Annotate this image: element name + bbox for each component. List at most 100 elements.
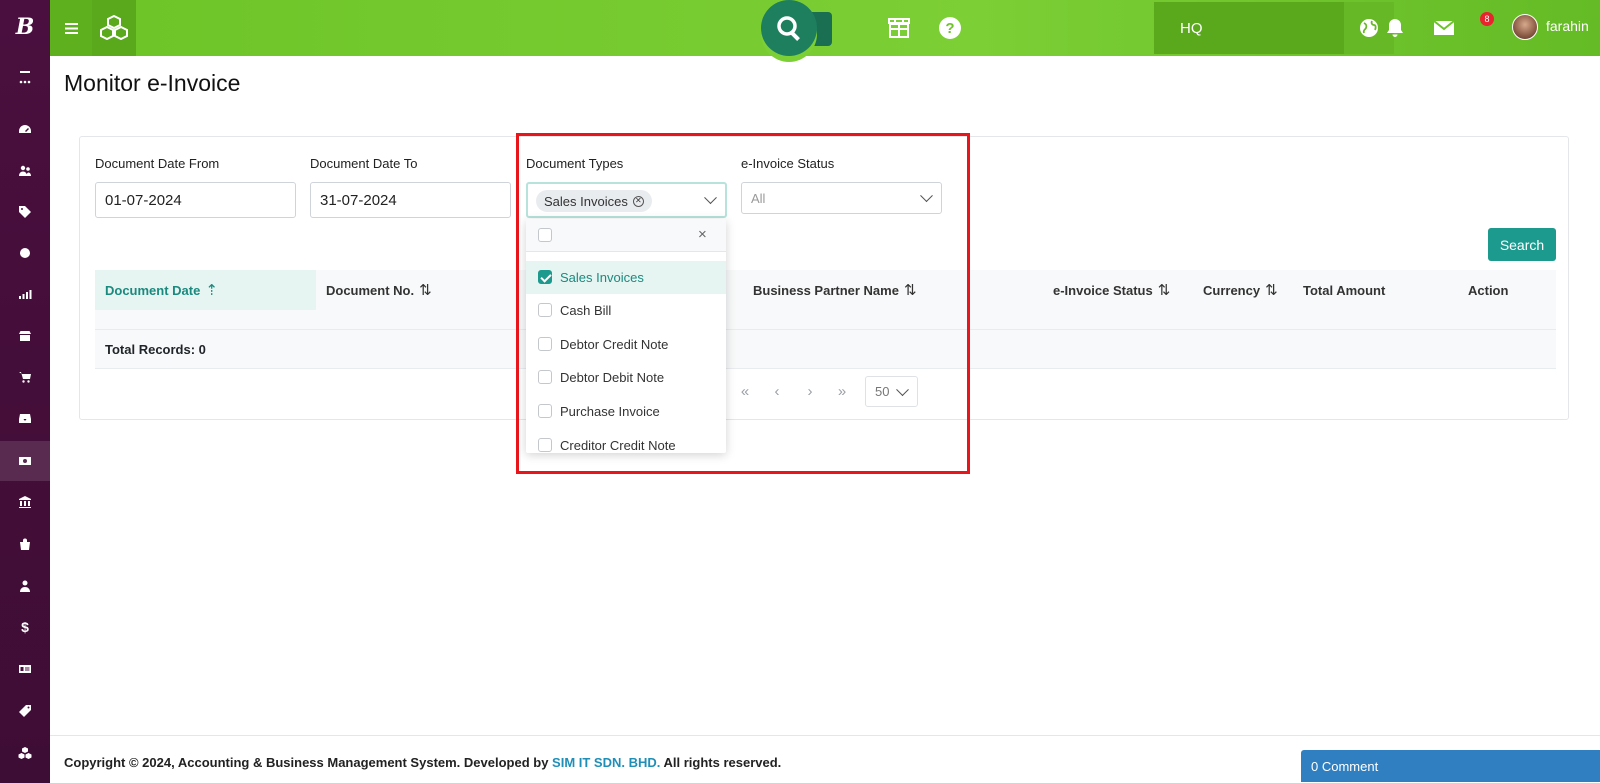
last-page-button[interactable]: » [829,377,855,405]
checkbox[interactable] [538,337,552,351]
dashboard-icon[interactable] [0,110,50,150]
page-size-select[interactable]: 50 [865,376,918,407]
users-icon[interactable] [0,151,50,191]
option-label: Purchase Invoice [560,404,660,419]
close-icon[interactable]: × [698,226,707,243]
option-debtor-debit-note[interactable]: Debtor Debit Note [526,361,726,394]
company-link[interactable]: SIM IT SDN. BHD. [552,755,660,770]
label-icon[interactable] [0,691,50,731]
sort-icon[interactable]: ⇅ [1158,281,1171,299]
page-size-value: 50 [875,384,890,399]
sort-asc-icon[interactable]: ⇡ [205,281,218,299]
option-label: Debtor Credit Note [560,337,669,352]
date-to-input[interactable]: 31-07-2024 [310,182,511,218]
column-label: Document Date [105,282,201,298]
location-selector[interactable]: HQ [1154,2,1344,54]
document-types-select[interactable]: Sales Invoices ✕ [526,182,727,218]
select-all-checkbox[interactable] [538,228,552,242]
sort-icon[interactable]: ⇅ [904,281,917,299]
bank-icon[interactable] [0,482,50,522]
checkbox-checked[interactable] [538,270,552,284]
user-avatar[interactable] [1512,14,1538,40]
chart-icon[interactable] [0,274,50,314]
sort-icon[interactable]: ⇅ [1265,281,1278,299]
person-icon[interactable] [0,566,50,606]
top-bar: ? HQ 8 farahin [50,0,1600,56]
einvoice-status-select[interactable]: All [741,182,942,214]
option-cash-bill[interactable]: Cash Bill [526,294,726,327]
copyright-text: Copyright © 2024, Accounting & Business … [64,755,781,770]
document-types-dropdown: × Sales Invoices Cash Bill Debtor Credit… [526,219,726,453]
dollar-icon[interactable]: $ [0,607,50,647]
column-label: Business Partner Name [753,282,899,298]
more-icon[interactable] [0,62,50,102]
id-card-icon[interactable] [0,649,50,689]
column-business-partner-name[interactable]: Business Partner Name ⇅ [753,270,1053,310]
einvoice-status-label: e-Invoice Status [741,156,835,171]
column-label: Total Amount [1303,282,1386,298]
mail-icon[interactable] [1423,0,1465,56]
option-creditor-credit-note[interactable]: Creditor Credit Note [526,429,726,453]
checkbox[interactable] [538,404,552,418]
column-currency[interactable]: Currency ⇅ [1203,270,1303,310]
checkbox[interactable] [538,370,552,384]
option-label: Sales Invoices [560,270,644,285]
column-einvoice-status[interactable]: e-Invoice Status ⇅ [1053,270,1201,310]
svg-text:?: ? [945,20,954,37]
dropdown-header: × [526,219,726,252]
sidebar: B $ [0,0,50,783]
copyright-prefix: Copyright © 2024, Accounting & Business … [64,755,553,770]
document-types-label: Document Types [526,156,624,171]
cart-icon[interactable] [0,357,50,397]
table-header: Document Date ⇡ Document No. ⇅ Business … [95,270,1556,310]
notification-bell-icon[interactable] [1374,0,1416,56]
total-records: Total Records: 0 [95,330,1556,369]
hamburger-menu-icon[interactable] [50,0,92,56]
global-search-icon[interactable] [761,0,817,56]
chevron-down-icon[interactable] [704,191,717,205]
column-document-no[interactable]: Document No. ⇅ [326,270,526,310]
column-label: Document No. [326,282,415,298]
column-label: Currency [1203,282,1261,298]
search-button[interactable]: Search [1488,228,1556,261]
column-document-date[interactable]: Document Date ⇡ [95,270,316,310]
inbox-icon[interactable] [0,398,50,438]
circle-icon[interactable] [0,233,50,273]
option-debtor-credit-note[interactable]: Debtor Credit Note [526,328,726,361]
date-from-input[interactable]: 01-07-2024 [95,182,296,218]
comment-button[interactable]: 0 Comment [1301,750,1600,782]
username-label[interactable]: farahin [1546,18,1589,34]
first-page-button[interactable]: « [732,377,758,405]
modules-cubes-icon[interactable] [92,0,136,56]
date-to-label: Document Date To [310,156,418,171]
option-label: Debtor Debit Note [560,370,665,385]
checkbox[interactable] [538,303,552,317]
store-grid-icon[interactable] [879,0,919,56]
page-title: Monitor e-Invoice [64,70,241,96]
option-label: Creditor Credit Note [560,438,676,453]
chip-remove-icon[interactable]: ✕ [632,195,644,207]
prev-page-button[interactable]: ‹ [764,377,790,405]
help-icon[interactable]: ? [930,0,970,56]
chip-label: Sales Invoices [544,193,628,209]
sort-icon[interactable]: ⇅ [419,281,432,299]
option-sales-invoices[interactable]: Sales Invoices [526,261,726,294]
column-label: e-Invoice Status [1053,282,1153,298]
next-page-button[interactable]: › [797,377,823,405]
app-logo[interactable]: B [0,14,50,40]
tag-icon[interactable] [0,192,50,232]
column-total-amount: Total Amount [1303,270,1453,310]
column-label: Action [1468,282,1509,298]
chevron-down-icon[interactable] [920,189,933,203]
store-icon[interactable] [0,316,50,356]
status-placeholder: All [751,190,766,206]
chevron-down-icon[interactable] [896,382,909,396]
cubes-icon[interactable] [0,733,50,773]
bag-icon[interactable] [0,524,50,564]
option-purchase-invoice[interactable]: Purchase Invoice [526,395,726,428]
checkbox[interactable] [538,438,552,452]
money-icon[interactable] [0,441,50,481]
table-row [95,310,1556,330]
column-action: Action [1468,270,1556,310]
option-label: Cash Bill [560,303,612,318]
